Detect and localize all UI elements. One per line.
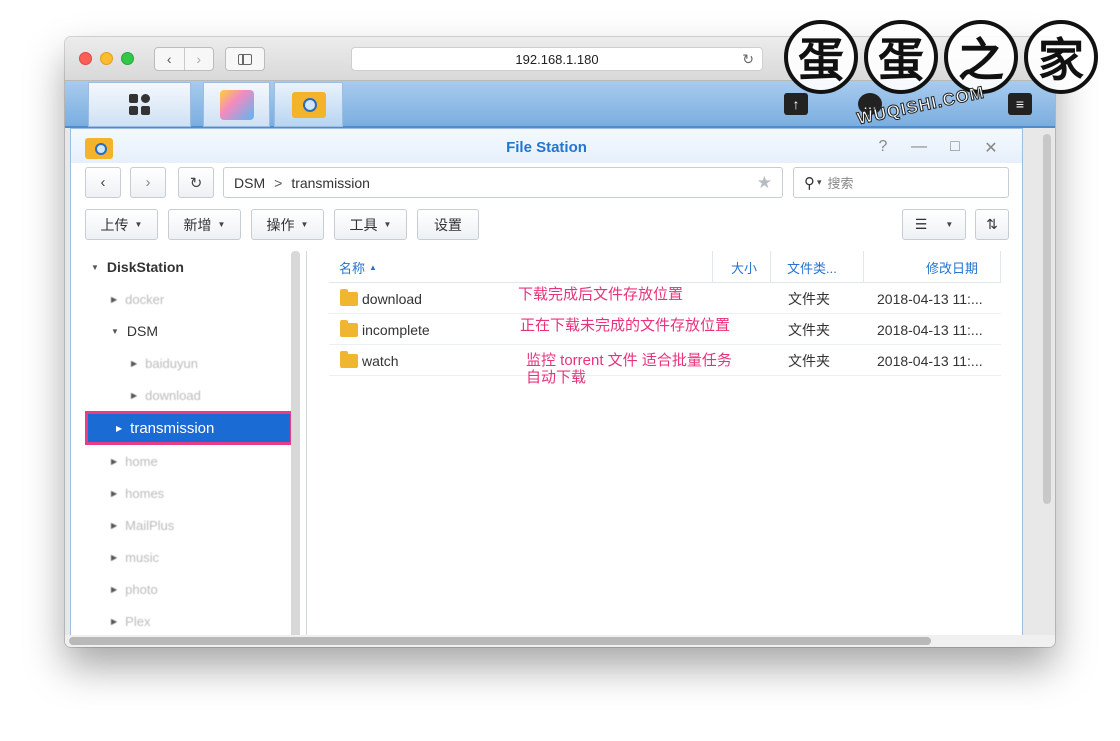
reload-icon[interactable]: ↻ (742, 51, 754, 68)
tree-scrollbar[interactable] (291, 251, 300, 647)
vertical-scrollbar[interactable] (1041, 134, 1053, 514)
help-icon[interactable]: ? (873, 138, 893, 156)
maximize-icon[interactable]: □ (945, 138, 965, 156)
grid-icon (128, 93, 151, 116)
column-modified[interactable]: 修改日期 (926, 251, 978, 283)
annotation-download: 下载完成后文件存放位置 (518, 286, 684, 303)
breadcrumb[interactable]: DSM > transmission ★ (223, 167, 783, 198)
view-mode-button[interactable]: ☰ ▼ (902, 209, 966, 240)
settings-button[interactable]: 设置 (417, 209, 479, 240)
tree-item-home[interactable]: ▶ home (111, 449, 158, 473)
file-modified: 2018-04-13 11:... (877, 290, 983, 307)
tree-item-baiduyun[interactable]: ▶ baiduyun (131, 351, 198, 375)
back-nav-button[interactable]: ‹ (85, 167, 121, 198)
maximize-window-button[interactable] (121, 52, 134, 65)
file-type: 文件夹 (788, 352, 830, 369)
folder-tree: ▼ DiskStation ▶ docker ▼ DSM ▶ baiduyun ▶ dow… (71, 251, 306, 647)
file-station-window: File Station ? — □ ✕ ‹ › ↻ DSM > transmi… (70, 128, 1023, 647)
upload-button[interactable]: 上传 ▼ (85, 209, 158, 240)
horizontal-scrollbar[interactable] (65, 635, 1055, 647)
sort-icon: ⇅ (986, 216, 998, 232)
watermark-char: 蛋 (864, 20, 938, 94)
breadcrumb-current[interactable]: transmission (291, 175, 370, 191)
url-text: 192.168.1.180 (515, 51, 599, 67)
file-station-task-button[interactable] (274, 82, 343, 127)
back-button[interactable]: ‹ (155, 48, 184, 70)
tree-item-plex[interactable]: ▶ Plex (111, 609, 150, 633)
folder-icon (340, 351, 358, 368)
annotation-watch-line2: 自动下载 (526, 369, 587, 386)
tree-item-mailplus[interactable]: ▶ MailPlus (111, 513, 174, 537)
breadcrumb-separator: > (274, 174, 283, 191)
tree-root[interactable]: ▼ DiskStation (91, 255, 184, 279)
file-modified: 2018-04-13 11:... (877, 321, 983, 338)
chevron-down-icon[interactable]: ▾ (817, 177, 822, 188)
column-size[interactable]: 大小 (731, 251, 757, 283)
file-list-header: 名称 ▲ 大小 文件类... 修改日期 (329, 251, 1001, 283)
folder-icon (340, 320, 358, 337)
tree-item-photo[interactable]: ▶ photo (111, 577, 158, 601)
navigation-toolbar: ‹ › ↻ DSM > transmission ★ ⚲ ▾ 搜索 (71, 167, 1022, 201)
close-window-button[interactable] (79, 52, 92, 65)
breadcrumb-root[interactable]: DSM (234, 175, 265, 191)
create-button[interactable]: 新增 ▼ (168, 209, 241, 240)
tree-item-transmission[interactable]: ▶ transmission (85, 411, 293, 445)
address-bar[interactable]: 192.168.1.180 ↻ (351, 47, 763, 71)
main-menu-button[interactable] (88, 82, 191, 127)
forward-button[interactable]: › (183, 48, 214, 70)
tree-item-dsm[interactable]: ▼ DSM (111, 319, 158, 343)
watermark-char: 蛋 (784, 20, 858, 94)
file-modified: 2018-04-13 11:... (877, 352, 983, 369)
annotation-watch-line1: 监控 torrent 文件 适合批量任务 (526, 352, 732, 369)
close-icon[interactable]: ✕ (981, 138, 1001, 158)
favorite-star-icon[interactable]: ★ (757, 173, 772, 193)
watermark-char: 家 (1024, 20, 1098, 94)
column-type[interactable]: 文件类... (787, 251, 837, 283)
search-placeholder: 搜索 (827, 176, 854, 191)
scroll-thumb[interactable] (69, 637, 931, 645)
pane-divider[interactable] (306, 251, 307, 647)
action-button[interactable]: 操作 ▼ (251, 209, 324, 240)
refresh-button[interactable]: ↻ (178, 167, 214, 198)
search-input[interactable]: ⚲ ▾ 搜索 (793, 167, 1009, 198)
folder-icon (340, 289, 358, 306)
sidebar-icon (238, 53, 252, 65)
file-type: 文件夹 (788, 321, 830, 338)
action-toolbar: 上传 ▼ 新增 ▼ 操作 ▼ 工具 ▼ 设置 ☰ ▼ ⇅ (71, 209, 1022, 243)
minimize-icon[interactable]: — (909, 138, 929, 156)
annotation-incomplete: 正在下载未完成的文件存放位置 (520, 317, 731, 334)
watermark-logo: 蛋 蛋 之 家 WUQISHI.COM (784, 20, 1104, 140)
tree-item-docker[interactable]: ▶ docker (111, 287, 164, 311)
tree-item-download[interactable]: ▶ download (131, 383, 201, 407)
history-nav: ‹ › (154, 47, 214, 71)
tools-button[interactable]: 工具 ▼ (334, 209, 407, 240)
package-center-button[interactable] (203, 82, 270, 127)
file-name: download (362, 290, 422, 307)
sort-button[interactable]: ⇅ (975, 209, 1009, 240)
minimize-window-button[interactable] (100, 52, 113, 65)
scroll-thumb[interactable] (1043, 134, 1051, 504)
package-center-icon (219, 89, 254, 120)
tree-item-music[interactable]: ▶ music (111, 545, 159, 569)
file-name: incomplete (362, 321, 430, 338)
sidebar-toggle-button[interactable] (225, 47, 265, 71)
search-icon: ⚲ (804, 174, 815, 192)
file-type: 文件夹 (788, 290, 830, 307)
forward-nav-button[interactable]: › (130, 167, 166, 198)
list-view-icon: ☰ (914, 216, 928, 232)
tree-item-homes[interactable]: ▶ homes (111, 481, 164, 505)
file-station-icon (291, 91, 326, 118)
column-name[interactable]: 名称 ▲ (339, 251, 377, 283)
file-name: watch (362, 352, 399, 369)
